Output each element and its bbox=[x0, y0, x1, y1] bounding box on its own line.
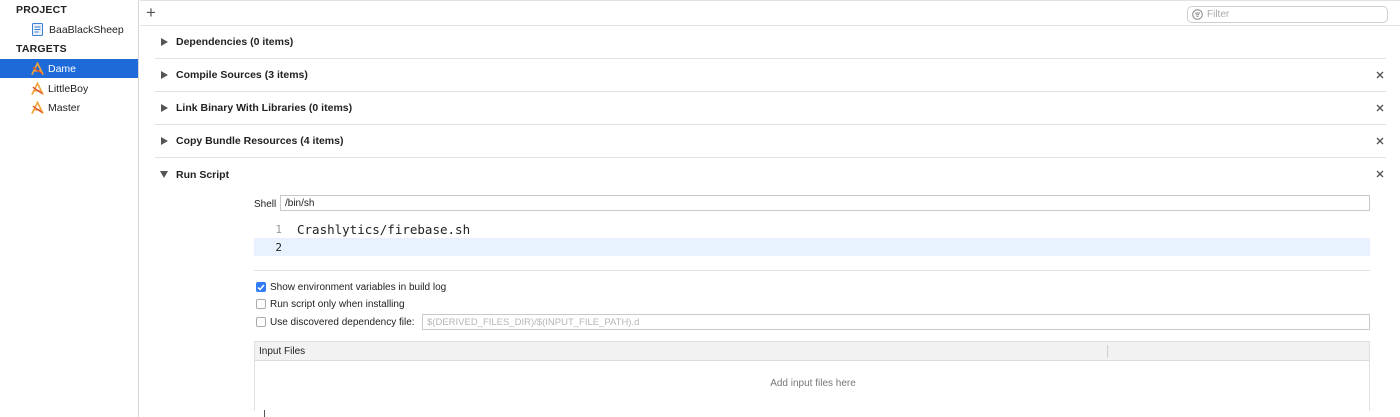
app-target-icon bbox=[31, 61, 44, 76]
shell-label: Shell bbox=[254, 199, 277, 210]
disclosure-triangle-collapsed-icon[interactable] bbox=[160, 38, 168, 46]
build-phases-toolbar: + bbox=[140, 0, 1400, 26]
sidebar-item-label: Master bbox=[48, 101, 81, 114]
project-navigator-sidebar: PROJECT BaaBlackSheep TARGETS Dame Littl… bbox=[0, 0, 139, 417]
close-icon[interactable] bbox=[1376, 70, 1384, 79]
option-label: Show environment variables in build log bbox=[270, 281, 447, 293]
sidebar-item-target-master[interactable]: Master bbox=[0, 98, 138, 117]
option-label: Run script only when installing bbox=[270, 298, 405, 310]
option-label: Use discovered dependency file: bbox=[270, 316, 415, 328]
column-divider[interactable] bbox=[1107, 345, 1108, 358]
sidebar-item-label: BaaBlackSheep bbox=[49, 23, 124, 36]
script-editor[interactable]: 1 Crashlytics/firebase.sh 2 bbox=[254, 218, 1370, 256]
targets-section-header: TARGETS bbox=[16, 43, 67, 55]
sidebar-item-project[interactable]: BaaBlackSheep bbox=[0, 20, 138, 39]
option-show-env-vars[interactable]: Show environment variables in build log bbox=[256, 280, 446, 294]
script-code[interactable]: Crashlytics/firebase.sh bbox=[297, 222, 470, 237]
disclosure-triangle-collapsed-icon[interactable] bbox=[160, 71, 168, 79]
line-number: 2 bbox=[275, 240, 282, 254]
app-target-icon bbox=[31, 100, 44, 115]
shell-field[interactable] bbox=[280, 195, 1370, 211]
disclosure-triangle-collapsed-icon[interactable] bbox=[160, 104, 168, 112]
dependency-file-field[interactable] bbox=[422, 314, 1370, 330]
phase-compile-sources[interactable]: Compile Sources (3 items) bbox=[155, 59, 1386, 92]
disclosure-triangle-expanded-icon[interactable] bbox=[160, 171, 168, 179]
phase-title: Dependencies (0 items) bbox=[176, 36, 294, 48]
script-line-current[interactable]: 2 bbox=[254, 238, 1370, 256]
app-target-icon bbox=[31, 81, 44, 96]
project-section-header: PROJECT bbox=[16, 4, 67, 16]
phase-title: Run Script bbox=[176, 168, 230, 181]
line-number: 1 bbox=[275, 222, 282, 236]
close-icon[interactable] bbox=[1376, 136, 1384, 145]
input-files-empty-message: Add input files here bbox=[770, 378, 856, 389]
sidebar-item-label: Dame bbox=[48, 62, 77, 75]
option-dependency-file[interactable]: Use discovered dependency file: bbox=[256, 315, 415, 329]
filter-icon bbox=[1192, 9, 1203, 20]
filter-field[interactable] bbox=[1187, 6, 1388, 23]
phase-run-script[interactable]: Run Script bbox=[155, 158, 1386, 191]
scroll-indicator bbox=[264, 410, 265, 417]
phase-dependencies[interactable]: Dependencies (0 items) bbox=[155, 26, 1386, 59]
disclosure-triangle-collapsed-icon[interactable] bbox=[160, 137, 168, 145]
sidebar-item-target-dame[interactable]: Dame bbox=[0, 59, 138, 78]
add-build-phase-button[interactable]: + bbox=[144, 4, 158, 22]
option-run-when-installing[interactable]: Run script only when installing bbox=[256, 297, 405, 311]
script-line[interactable]: 1 Crashlytics/firebase.sh bbox=[254, 220, 1370, 238]
checkbox-checked[interactable] bbox=[256, 282, 266, 292]
checkbox-unchecked[interactable] bbox=[256, 317, 266, 327]
input-files-header: Input Files bbox=[255, 342, 1369, 361]
checkbox-unchecked[interactable] bbox=[256, 299, 266, 309]
filter-input[interactable] bbox=[1207, 9, 1377, 20]
close-icon[interactable] bbox=[1376, 169, 1384, 178]
sidebar-item-target-littleboy[interactable]: LittleBoy bbox=[0, 79, 138, 98]
phase-link-binary[interactable]: Link Binary With Libraries (0 items) bbox=[155, 92, 1386, 125]
phase-title: Link Binary With Libraries (0 items) bbox=[176, 102, 353, 114]
phase-copy-bundle-resources[interactable]: Copy Bundle Resources (4 items) bbox=[155, 125, 1386, 158]
input-files-header-title: Input Files bbox=[259, 345, 306, 357]
sidebar-item-label: LittleBoy bbox=[48, 82, 89, 95]
divider bbox=[254, 270, 1370, 271]
phase-title: Compile Sources (3 items) bbox=[176, 69, 308, 81]
input-files-table: Input Files Add input files here bbox=[254, 341, 1370, 411]
close-icon[interactable] bbox=[1376, 103, 1384, 112]
project-file-icon bbox=[32, 22, 45, 37]
phase-title: Copy Bundle Resources (4 items) bbox=[176, 135, 344, 147]
